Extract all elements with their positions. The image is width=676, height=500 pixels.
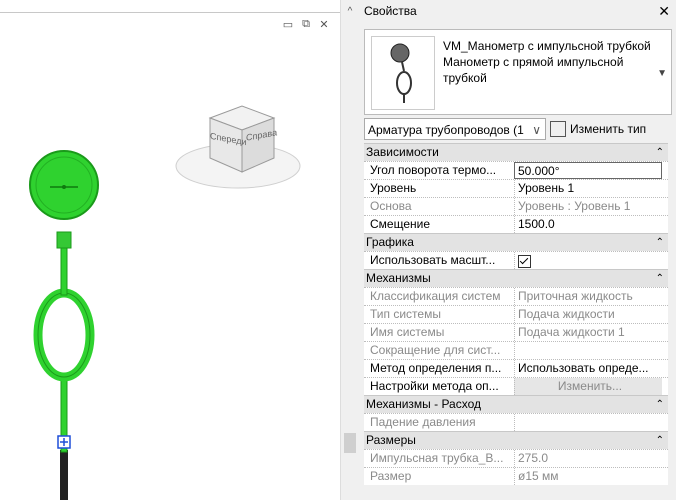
property-name: Основа bbox=[370, 199, 412, 213]
collapse-icon[interactable]: ⌃ bbox=[656, 396, 664, 413]
property-value: 275.0 bbox=[514, 450, 662, 467]
checkbox-checked-icon[interactable] bbox=[518, 255, 531, 268]
collapse-icon[interactable]: ⌃ bbox=[656, 432, 664, 449]
chevron-down-icon: ∨ bbox=[532, 123, 541, 137]
type-subname: Манометр с прямой импульсной трубкой bbox=[443, 55, 624, 85]
category-filter-select[interactable]: Арматура трубопроводов (1 ∨ bbox=[364, 118, 546, 140]
close-icon[interactable]: ✕ bbox=[658, 0, 670, 22]
property-name: Падение давления bbox=[370, 415, 476, 429]
property-value: ø15 мм bbox=[514, 468, 662, 485]
property-row: Тип системы Подача жидкости bbox=[364, 305, 670, 323]
property-value[interactable]: Уровень 1 bbox=[514, 180, 662, 197]
section-header[interactable]: Графика ⌃ bbox=[364, 233, 670, 251]
property-name: Тип системы bbox=[370, 307, 441, 321]
property-row: Угол поворота термо... 50.000° bbox=[364, 161, 670, 179]
property-value bbox=[514, 414, 662, 431]
property-name: Использовать масшт... bbox=[370, 253, 496, 267]
properties-palette: Свойства ✕ VM_Манометр с импульсной труб… bbox=[358, 0, 676, 500]
property-name: Классификация систем bbox=[370, 289, 501, 303]
property-edit-button[interactable]: Изменить... bbox=[514, 378, 662, 395]
property-value: Подача жидкости 1 bbox=[514, 324, 662, 341]
property-row: Смещение 1500.0 bbox=[364, 215, 670, 233]
property-row: Использовать масшт... bbox=[364, 251, 670, 269]
property-name: Имя системы bbox=[370, 325, 445, 339]
family-name: VM_Манометр с импульсной трубкой bbox=[443, 39, 651, 53]
scrollbar-thumb[interactable] bbox=[344, 433, 356, 453]
edit-type-icon bbox=[550, 121, 566, 137]
type-selector[interactable]: VM_Манометр с импульсной трубкой Маномет… bbox=[364, 29, 672, 115]
edit-type-label: Изменить тип bbox=[570, 122, 647, 136]
property-row: Настройки метода оп... Изменить... bbox=[364, 377, 670, 395]
property-name: Угол поворота термо... bbox=[370, 163, 497, 177]
property-row: Имя системы Подача жидкости 1 bbox=[364, 323, 670, 341]
property-value: Уровень : Уровень 1 bbox=[514, 198, 662, 215]
property-row: Метод определения п... Использовать опред… bbox=[364, 359, 670, 377]
property-row: Размер ø15 мм bbox=[364, 467, 670, 485]
property-value: Приточная жидкость bbox=[514, 288, 662, 305]
3d-view[interactable]: ▭ ⧉ ✕ Спереди Справа bbox=[0, 0, 340, 500]
property-row: Импульсная трубка_В... 275.0 bbox=[364, 449, 670, 467]
collapse-icon[interactable]: ⌃ bbox=[656, 234, 664, 251]
pressure-gauge-model[interactable] bbox=[0, 0, 340, 500]
grid-scrollbar[interactable] bbox=[668, 143, 676, 500]
property-name: Сокращение для сист... bbox=[370, 343, 501, 357]
section-title: Зависимости bbox=[366, 145, 439, 159]
section-title: Графика bbox=[366, 235, 414, 249]
property-name: Метод определения п... bbox=[370, 361, 502, 375]
property-value: Подача жидкости bbox=[514, 306, 662, 323]
collapse-icon[interactable]: ⌃ bbox=[656, 144, 664, 161]
property-row: Уровень Уровень 1 bbox=[364, 179, 670, 197]
property-value[interactable]: 50.000° bbox=[514, 162, 662, 179]
property-name: Импульсная трубка_В... bbox=[370, 451, 504, 465]
filter-row: Арматура трубопроводов (1 ∨ Изменить тип bbox=[364, 118, 670, 142]
property-checkbox[interactable] bbox=[514, 252, 662, 269]
property-row: Основа Уровень : Уровень 1 bbox=[364, 197, 670, 215]
property-name: Настройки метода оп... bbox=[370, 379, 499, 393]
property-value[interactable]: Использовать опреде... bbox=[514, 360, 662, 377]
section-header[interactable]: Размеры ⌃ bbox=[364, 431, 670, 449]
scroll-up-icon[interactable]: ^ bbox=[341, 6, 359, 17]
property-name: Размер bbox=[370, 469, 412, 483]
section-header[interactable]: Зависимости ⌃ bbox=[364, 143, 670, 161]
section-header[interactable]: Механизмы ⌃ bbox=[364, 269, 670, 287]
viewcube[interactable]: Спереди Справа bbox=[170, 96, 305, 196]
section-title: Механизмы - Расход bbox=[366, 397, 482, 411]
property-name: Смещение bbox=[370, 217, 431, 231]
properties-grid: Зависимости ⌃ Угол поворота термо... 50.000… bbox=[364, 143, 670, 485]
property-row: Классификация систем Приточная жидкость bbox=[364, 287, 670, 305]
type-name: VM_Манометр с импульсной трубкой Маномет… bbox=[443, 38, 653, 86]
edit-type-button[interactable]: Изменить тип bbox=[550, 118, 670, 140]
view-scrollbar[interactable]: ^ bbox=[340, 0, 359, 500]
filter-value: Арматура трубопроводов (1 bbox=[368, 123, 524, 137]
collapse-icon[interactable]: ⌃ bbox=[656, 270, 664, 287]
section-title: Размеры bbox=[366, 433, 416, 447]
property-row: Сокращение для сист... bbox=[364, 341, 670, 359]
property-name: Уровень bbox=[370, 181, 417, 195]
property-row: Падение давления bbox=[364, 413, 670, 431]
property-value[interactable]: 1500.0 bbox=[514, 216, 662, 233]
property-value bbox=[514, 342, 662, 359]
section-header[interactable]: Механизмы - Расход ⌃ bbox=[364, 395, 670, 413]
section-title: Механизмы bbox=[366, 271, 431, 285]
type-thumbnail bbox=[371, 36, 435, 110]
palette-title: Свойства bbox=[364, 4, 417, 18]
dropdown-arrow-icon[interactable]: ▼ bbox=[657, 68, 667, 79]
